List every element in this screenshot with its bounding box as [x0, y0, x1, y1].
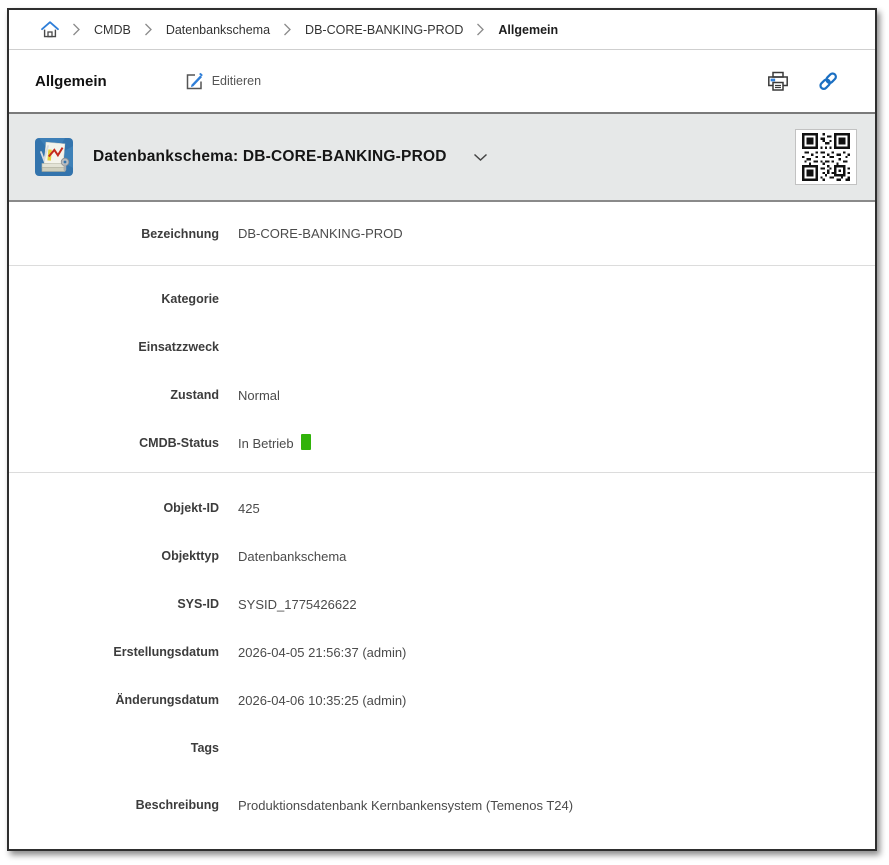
form-section-meta: Objekt-ID 425 Objekttyp Datenbankschema … — [9, 473, 875, 849]
field-label: Tags — [9, 741, 219, 755]
field-value: Datenbankschema — [238, 549, 346, 564]
category-content: Bezeichnung DB-CORE-BANKING-PROD Kategor… — [9, 202, 875, 849]
field-value: Produktionsdatenbank Kernbankensystem (T… — [238, 798, 573, 813]
chevron-right-icon — [144, 23, 153, 36]
field-label: Kategorie — [9, 292, 219, 306]
field-row-objekttyp: Objekttyp Datenbankschema — [9, 532, 875, 580]
field-row-bezeichnung: Bezeichnung DB-CORE-BANKING-PROD — [9, 202, 875, 265]
field-row-zustand: Zustand Normal — [9, 371, 875, 419]
chevron-right-icon — [476, 23, 485, 36]
status-color-badge — [301, 434, 311, 450]
field-row-sys-id: SYS-ID SYSID_1775426622 — [9, 580, 875, 628]
field-value: 2026-04-05 21:56:37 (admin) — [238, 645, 406, 660]
field-label: Beschreibung — [9, 798, 219, 812]
qr-code — [795, 129, 857, 185]
field-row-objekt-id: Objekt-ID 425 — [9, 484, 875, 532]
category-toolbar: Allgemein Editieren — [9, 50, 875, 114]
breadcrumb-item-objecttype[interactable]: Datenbankschema — [166, 23, 270, 37]
edit-pencil-icon — [185, 72, 204, 91]
field-label: Einsatzzweck — [9, 340, 219, 354]
chevron-down-icon[interactable] — [473, 153, 488, 162]
breadcrumb-item-cmdb[interactable]: CMDB — [94, 23, 131, 37]
field-value: 2026-04-06 10:35:25 (admin) — [238, 693, 406, 708]
field-row-aenderungsdatum: Änderungsdatum 2026-04-06 10:35:25 (admi… — [9, 676, 875, 724]
field-row-erstellungsdatum: Erstellungsdatum 2026-04-05 21:56:37 (ad… — [9, 628, 875, 676]
link-icon[interactable] — [817, 70, 839, 92]
edit-button[interactable]: Editieren — [185, 72, 261, 91]
field-label: Erstellungsdatum — [9, 645, 219, 659]
field-label: Zustand — [9, 388, 219, 402]
object-header: Datenbankschema: DB-CORE-BANKING-PROD — [9, 114, 875, 202]
field-value: Normal — [238, 388, 280, 403]
field-value: In Betrieb — [238, 436, 311, 451]
field-value: DB-CORE-BANKING-PROD — [238, 226, 403, 241]
edit-button-label: Editieren — [212, 74, 261, 88]
chevron-right-icon — [72, 23, 81, 36]
form-section-state: Kategorie Einsatzzweck Zustand Normal CM… — [9, 266, 875, 473]
breadcrumb-item-current: Allgemein — [498, 23, 558, 37]
field-label: SYS-ID — [9, 597, 219, 611]
status-text: In Betrieb — [238, 436, 294, 451]
field-row-einsatzzweck: Einsatzzweck — [9, 323, 875, 371]
breadcrumb-item-object[interactable]: DB-CORE-BANKING-PROD — [305, 23, 463, 37]
form-section-title: Bezeichnung DB-CORE-BANKING-PROD — [9, 202, 875, 266]
field-row-beschreibung: Beschreibung Produktionsdatenbank Kernba… — [9, 772, 875, 838]
page-title: Allgemein — [35, 73, 107, 90]
object-title: Datenbankschema: DB-CORE-BANKING-PROD — [93, 148, 447, 166]
home-icon[interactable] — [41, 21, 59, 38]
field-row-cmdb-status: CMDB-Status In Betrieb — [9, 419, 875, 467]
database-schema-object-icon — [35, 138, 73, 176]
field-label: Änderungsdatum — [9, 693, 219, 707]
field-label: Objekt-ID — [9, 501, 219, 515]
field-row-tags: Tags — [9, 724, 875, 772]
breadcrumb: CMDB Datenbankschema DB-CORE-BANKING-PRO… — [9, 10, 875, 50]
field-row-kategorie: Kategorie — [9, 275, 875, 323]
field-value: SYSID_1775426622 — [238, 597, 357, 612]
printer-icon[interactable] — [767, 71, 789, 92]
field-value: 425 — [238, 501, 260, 516]
field-label: CMDB-Status — [9, 436, 219, 450]
field-label: Bezeichnung — [9, 227, 219, 241]
field-label: Objekttyp — [9, 549, 219, 563]
app-window: CMDB Datenbankschema DB-CORE-BANKING-PRO… — [7, 8, 877, 851]
chevron-right-icon — [283, 23, 292, 36]
